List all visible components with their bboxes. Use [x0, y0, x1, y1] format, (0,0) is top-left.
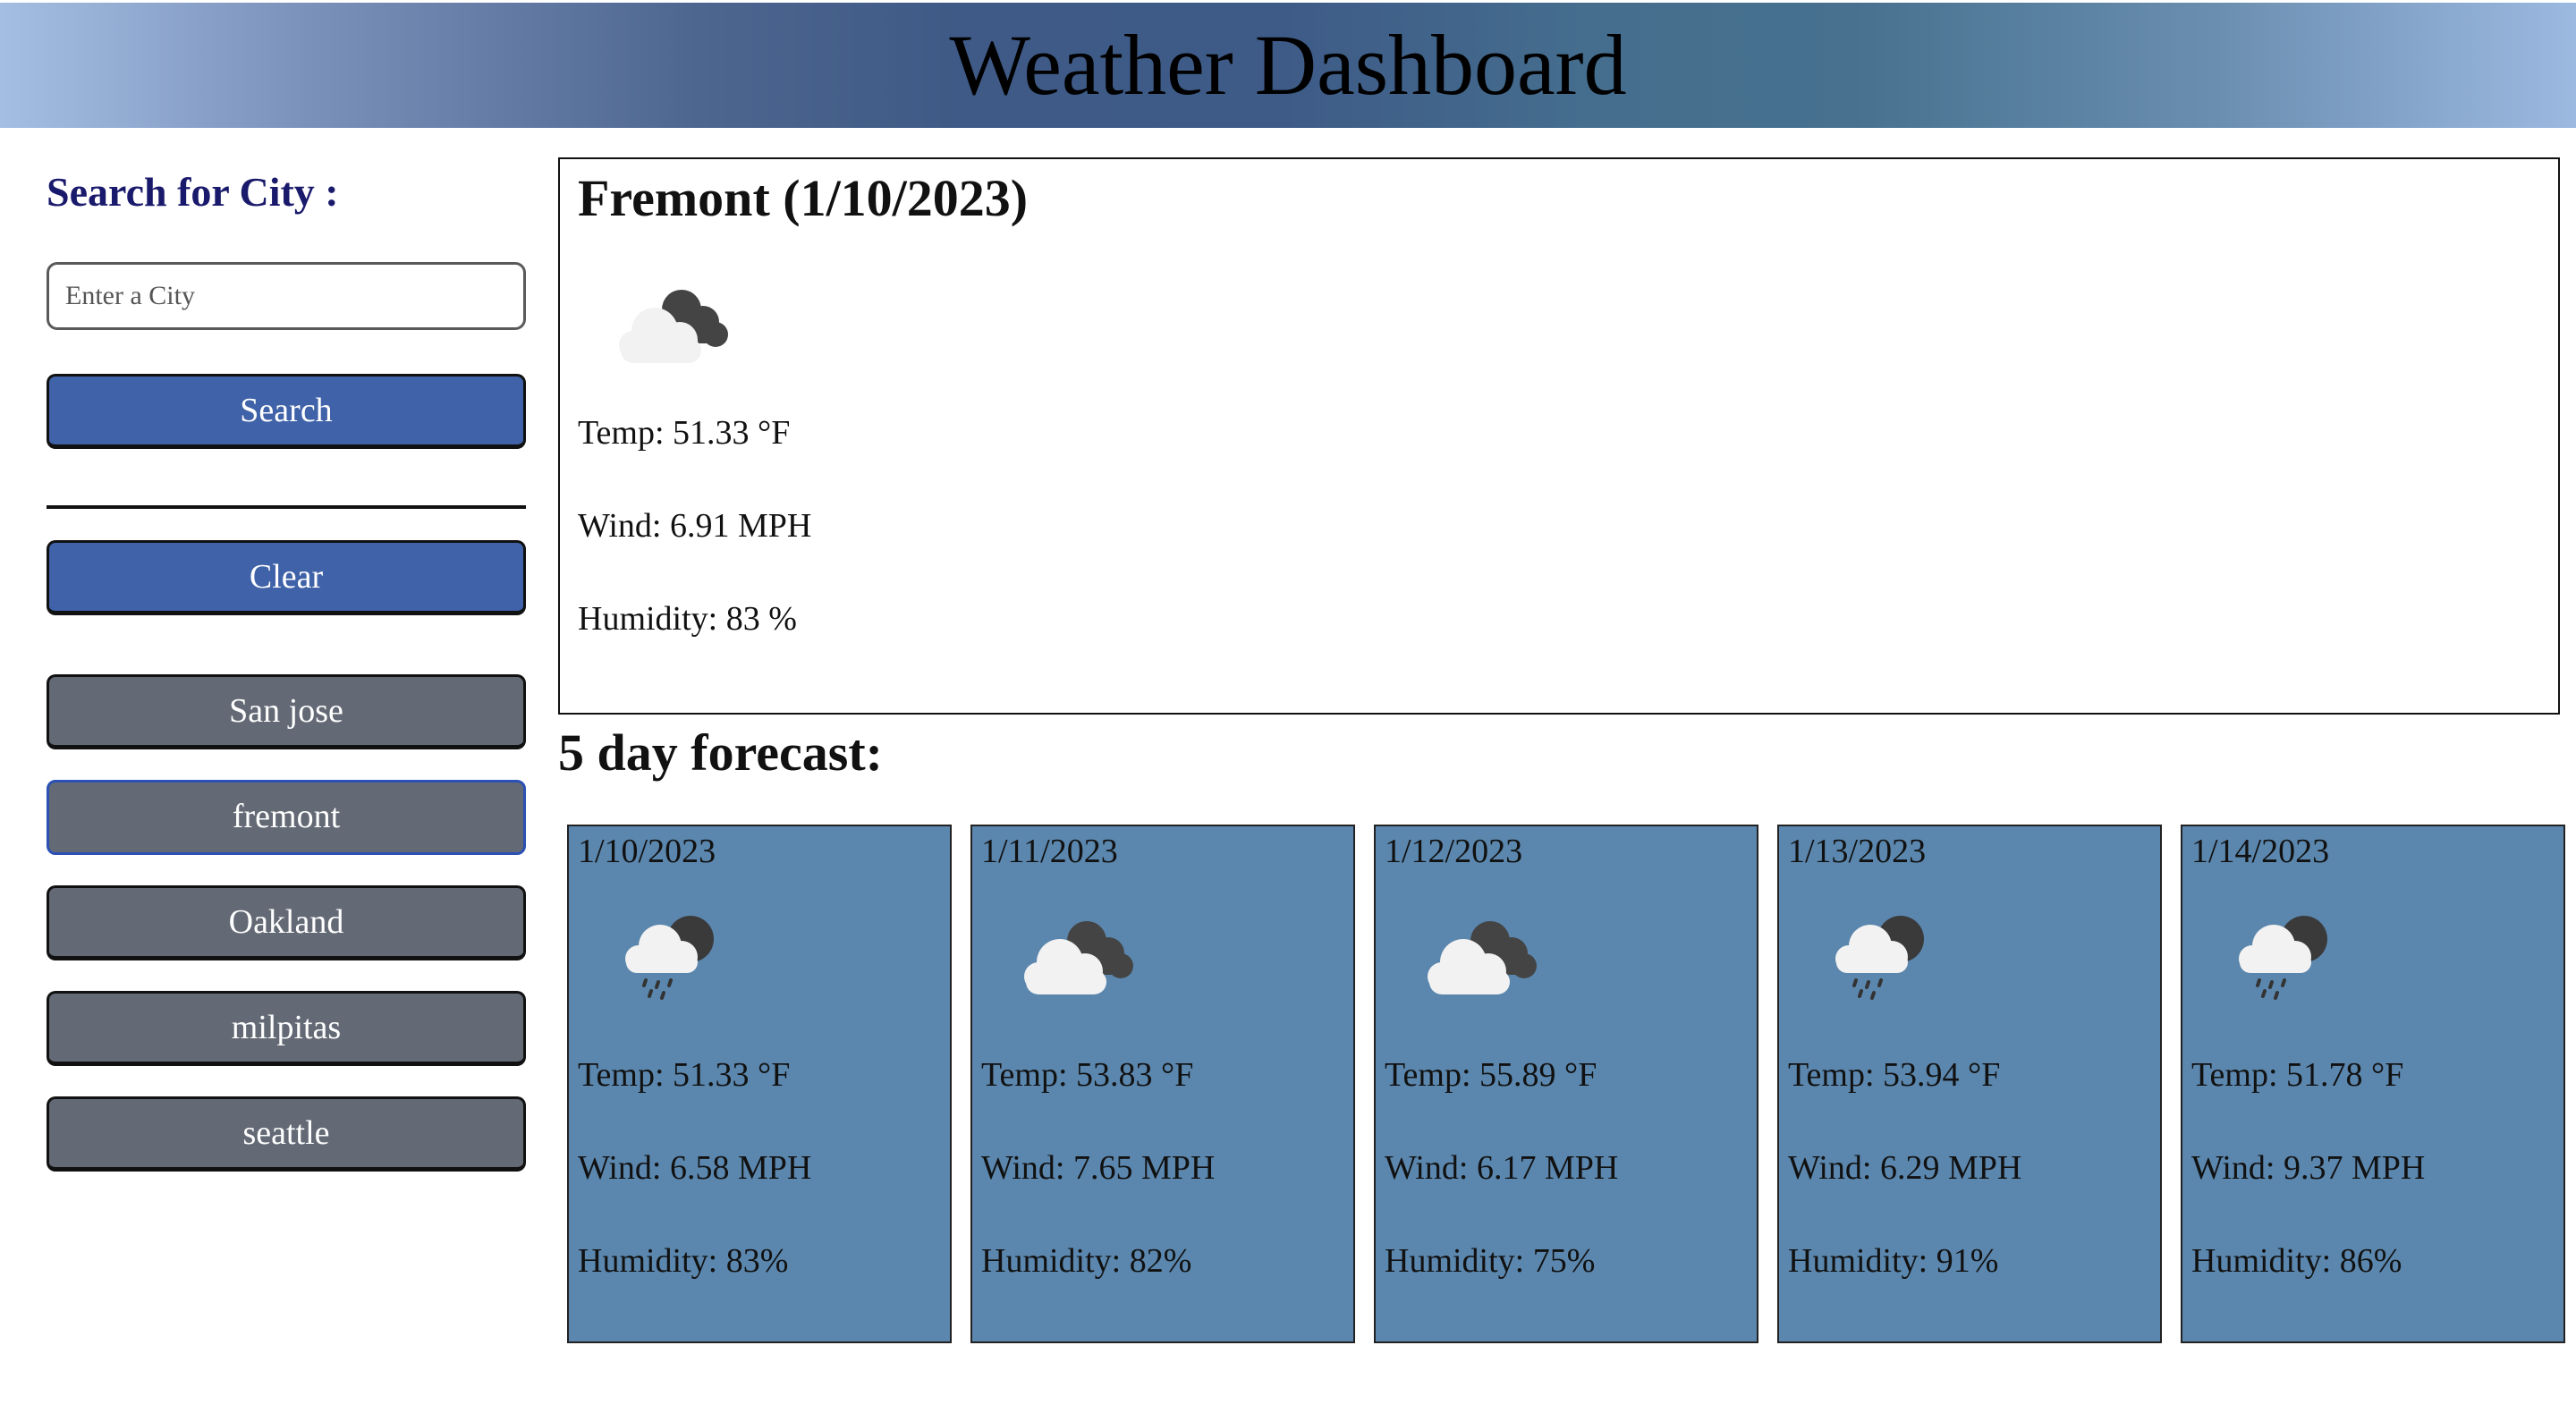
history-button-san-jose[interactable]: San jose — [47, 674, 526, 749]
forecast-card: 1/12/2023 Temp: 55.89 °F Wind: 6.17 MPH … — [1374, 825, 1758, 1343]
forecast-humidity: Humidity: 83% — [578, 1242, 789, 1280]
forecast-card: 1/10/2023 Temp: 51.33 °F Wind: 6.58 MPH … — [567, 825, 952, 1343]
forecast-card: 1/14/2023 Temp: 51.78 °F Wind: 9.37 MPH … — [2181, 825, 2565, 1343]
forecast-wind: Wind: 6.29 MPH — [1788, 1149, 2022, 1187]
forecast-temp: Temp: 53.83 °F — [981, 1056, 1194, 1094]
page-title: Weather Dashboard — [949, 17, 1627, 113]
forecast-wind: Wind: 6.17 MPH — [1385, 1149, 1619, 1187]
current-city-title: Fremont (1/10/2023) — [578, 169, 1029, 227]
forecast-wind: Wind: 9.37 MPH — [2191, 1149, 2426, 1187]
forecast-humidity: Humidity: 86% — [2191, 1242, 2402, 1280]
clear-button[interactable]: Clear — [47, 540, 526, 615]
cloudy-icon — [619, 290, 728, 363]
forecast-humidity: Humidity: 91% — [1788, 1242, 1999, 1280]
current-wind: Wind: 6.91 MPH — [578, 507, 812, 545]
forecast-card: 1/13/2023 Temp: 53.94 °F Wind: 6.29 MPH … — [1777, 825, 2162, 1343]
header-banner: Weather Dashboard — [0, 0, 2576, 128]
current-weather-panel: Fremont (1/10/2023) Temp: 51.33 °F Wind:… — [558, 157, 2560, 715]
forecast-heading: 5 day forecast: — [558, 723, 883, 782]
forecast-date: 1/10/2023 — [578, 833, 716, 870]
rain-icon — [625, 916, 714, 1000]
city-search-input[interactable] — [47, 262, 526, 330]
rain-icon — [2239, 916, 2327, 1000]
history-button-fremont[interactable]: fremont — [47, 780, 526, 855]
cloudy-icon — [1024, 921, 1133, 994]
history-button-milpitas[interactable]: milpitas — [47, 991, 526, 1066]
search-button[interactable]: Search — [47, 374, 526, 449]
forecast-wind: Wind: 7.65 MPH — [981, 1149, 1216, 1187]
forecast-temp: Temp: 53.94 °F — [1788, 1056, 2001, 1094]
forecast-temp: Temp: 55.89 °F — [1385, 1056, 1597, 1094]
forecast-date: 1/12/2023 — [1385, 833, 1523, 870]
current-humidity: Humidity: 83 % — [578, 600, 797, 638]
history-button-seattle[interactable]: seattle — [47, 1096, 526, 1172]
forecast-card: 1/11/2023 Temp: 53.83 °F Wind: 7.65 MPH … — [970, 825, 1355, 1343]
rain-icon — [1835, 916, 1924, 1000]
forecast-date: 1/13/2023 — [1788, 833, 1927, 870]
forecast-temp: Temp: 51.78 °F — [2191, 1056, 2404, 1094]
forecast-wind: Wind: 6.58 MPH — [578, 1149, 812, 1187]
forecast-date: 1/11/2023 — [981, 833, 1118, 870]
current-temp: Temp: 51.33 °F — [578, 414, 791, 452]
divider — [47, 505, 526, 509]
search-label: Search for City : — [47, 169, 339, 215]
forecast-date: 1/14/2023 — [2191, 833, 2330, 870]
forecast-humidity: Humidity: 82% — [981, 1242, 1192, 1280]
history-button-oakland[interactable]: Oakland — [47, 885, 526, 960]
cloudy-icon — [1428, 921, 1537, 994]
forecast-temp: Temp: 51.33 °F — [578, 1056, 791, 1094]
forecast-humidity: Humidity: 75% — [1385, 1242, 1596, 1280]
